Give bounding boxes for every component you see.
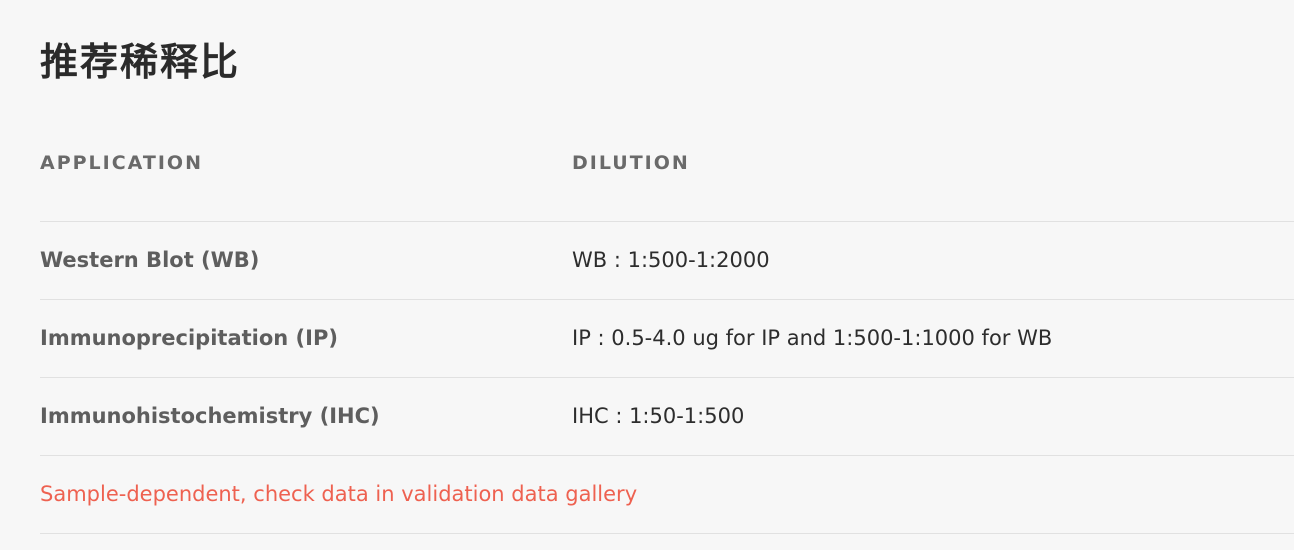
sample-dependent-note: Sample-dependent, check data in validati… [40, 482, 638, 506]
dilution-cell: IP : 0.5-4.0 ug for IP and 1:500-1:1000 … [572, 326, 1053, 350]
table-row: Immunoprecipitation (IP) IP : 0.5-4.0 ug… [40, 300, 1294, 378]
table-header-row: APPLICATION DILUTION [40, 132, 1294, 222]
dilution-table: APPLICATION DILUTION Western Blot (WB) W… [40, 132, 1294, 534]
application-cell: Immunohistochemistry (IHC) [40, 404, 380, 428]
table-row: Immunohistochemistry (IHC) IHC : 1:50-1:… [40, 378, 1294, 456]
dilution-cell: WB : 1:500-1:2000 [572, 248, 770, 272]
application-cell: Western Blot (WB) [40, 248, 260, 272]
header-application: APPLICATION [40, 152, 203, 174]
header-dilution: DILUTION [572, 152, 690, 174]
application-cell: Immunoprecipitation (IP) [40, 326, 338, 350]
section-title: 推荐稀释比 [40, 40, 241, 84]
table-note-row: Sample-dependent, check data in validati… [40, 456, 1294, 534]
dilution-cell: IHC : 1:50-1:500 [572, 404, 745, 428]
table-row: Western Blot (WB) WB : 1:500-1:2000 [40, 222, 1294, 300]
